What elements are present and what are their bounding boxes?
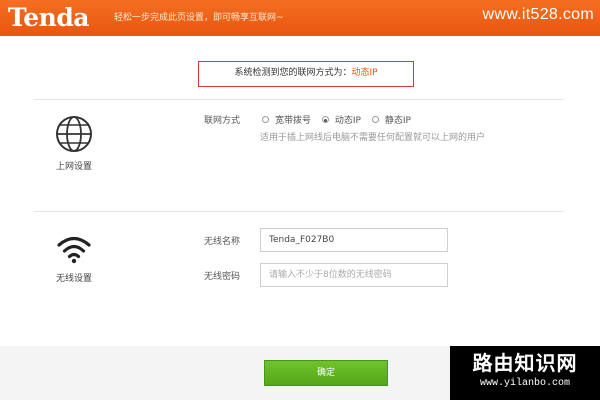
radio-dynamic-ip-label: 动态IP xyxy=(334,116,361,126)
header-slogan: 轻松一步完成此页设置，即可畅享互联网~ xyxy=(114,13,284,23)
confirm-button[interactable]: 确定 xyxy=(264,360,388,386)
radio-static-ip[interactable]: 静态IP xyxy=(371,113,411,126)
detection-notice: 系统检测到您的联网方式为：动态IP xyxy=(198,61,414,87)
wifi-icon xyxy=(57,236,91,264)
connection-method-radio-group: 宽带拨号 动态IP 静态IP xyxy=(262,113,419,126)
ssid-input[interactable] xyxy=(260,228,448,252)
detection-prefix: 系统检测到您的联网方式为： xyxy=(234,68,352,78)
radio-pppoe-label: 宽带拨号 xyxy=(275,116,312,126)
globe-icon xyxy=(56,116,92,152)
radio-pppoe-dot[interactable] xyxy=(262,116,269,123)
radio-static-ip-dot[interactable] xyxy=(371,116,379,123)
watermark-site-name: 路由知识网 xyxy=(472,351,578,375)
tenda-logo: Tenda xyxy=(8,3,90,32)
detection-mode: 动态IP xyxy=(351,68,378,78)
watermark-site-url: www.yilanbo.com xyxy=(479,378,570,389)
ssid-label: 无线名称 xyxy=(204,237,241,247)
divider-middle xyxy=(34,211,564,212)
divider-top xyxy=(34,99,564,100)
radio-dynamic-ip-dot[interactable] xyxy=(321,116,329,123)
header-bar: Tenda 轻松一步完成此页设置，即可畅享互联网~ www.it528.com xyxy=(0,0,600,36)
internet-section-label: 上网设置 xyxy=(55,162,92,172)
connection-hint: 适用于插上网线后电脑不需要任何配置就可以上网的用户 xyxy=(260,133,486,143)
wifi-password-input[interactable] xyxy=(260,263,448,287)
connection-method-label: 联网方式 xyxy=(204,116,241,126)
watermark-top: www.it528.com xyxy=(482,6,594,23)
wifi-password-label: 无线密码 xyxy=(204,272,241,282)
radio-static-ip-label: 静态IP xyxy=(384,116,411,126)
radio-dynamic-ip[interactable]: 动态IP xyxy=(321,113,361,126)
wireless-section-label: 无线设置 xyxy=(55,274,92,284)
radio-pppoe[interactable]: 宽带拨号 xyxy=(262,113,311,126)
watermark-bottom: 路由知识网 www.yilanbo.com xyxy=(450,346,600,400)
